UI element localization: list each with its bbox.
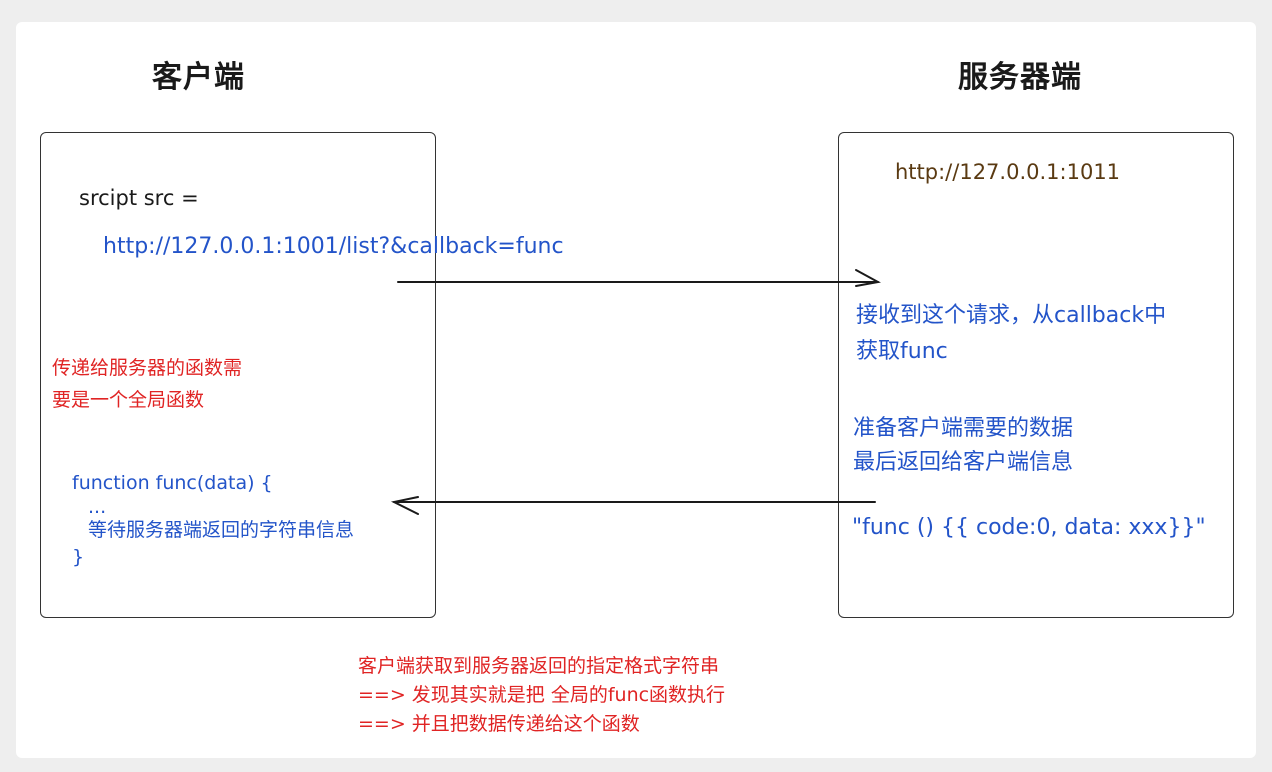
request-url: http://127.0.0.1:1001/list?&callback=fun…	[103, 234, 564, 259]
server-box	[838, 132, 1234, 618]
global-function-note-line2: 要是一个全局函数	[52, 389, 205, 411]
prepare-data-line2: 最后返回给客户端信息	[853, 450, 1074, 475]
global-function-note-line1: 传递给服务器的函数需	[52, 357, 243, 379]
prepare-data-step: 准备客户端需要的数据 最后返回给客户端信息	[853, 412, 1073, 480]
receive-request-line2: 获取func	[856, 339, 948, 364]
code-line-function-signature: function func(data) {	[72, 472, 273, 494]
code-line-ellipsis: ...	[88, 496, 107, 518]
server-response-string: "func () {{ code:0, data: xxx}}"	[852, 515, 1206, 540]
receive-request-step: 接收到这个请求，从callback中 获取func	[856, 298, 1166, 370]
script-src-label: srcipt src =	[79, 186, 199, 210]
server-heading: 服务器端	[958, 60, 1082, 95]
client-heading: 客户端	[152, 60, 245, 95]
receive-request-line1: 接收到这个请求，从callback中	[856, 303, 1167, 328]
code-line-wait-comment: 等待服务器端返回的字符串信息	[88, 519, 355, 541]
callback-code: function func(data) { ... 等待服务器端返回的字符串信息…	[72, 470, 354, 571]
footer-line3: ==> 并且把数据传递给这个函数	[358, 713, 640, 735]
footer-explanation: 客户端获取到服务器返回的指定格式字符串 ==> 发现其实就是把 全局的func函…	[358, 652, 725, 739]
footer-line2: ==> 发现其实就是把 全局的func函数执行	[358, 684, 726, 706]
server-address: http://127.0.0.1:1011	[895, 160, 1121, 184]
footer-line1: 客户端获取到服务器返回的指定格式字符串	[358, 655, 720, 677]
global-function-note: 传递给服务器的函数需 要是一个全局函数	[52, 352, 242, 416]
prepare-data-line1: 准备客户端需要的数据	[853, 416, 1074, 441]
code-line-closing-brace: }	[72, 546, 85, 568]
